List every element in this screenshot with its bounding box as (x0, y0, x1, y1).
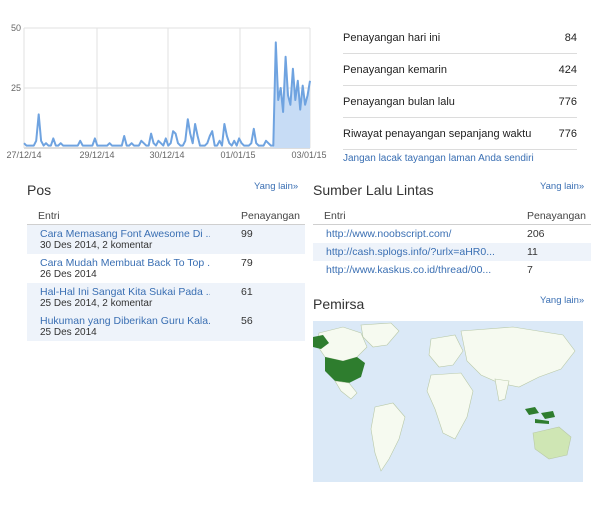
stat-value: 776 (558, 95, 577, 108)
chart-grid (23, 27, 311, 149)
col-views: Penayangan (527, 210, 586, 222)
stat-value: 84 (564, 31, 577, 44)
europe (428, 334, 464, 368)
post-meta: 25 Des 2014, 2 komentar (40, 298, 153, 309)
india (494, 378, 510, 402)
traffic-link[interactable]: http://www.noobscript.com/ (326, 228, 496, 240)
post-link[interactable]: Cara Mudah Membuat Back To Top ... (40, 257, 210, 269)
stat-label: Penayangan bulan lalu (343, 95, 455, 108)
post-row: Hukuman yang Diberikan Guru Kala... 25 D… (27, 312, 305, 341)
post-link[interactable]: Hal-Hal Ini Sangat Kita Sukai Pada ... (40, 286, 210, 298)
traffic-views: 11 (527, 246, 538, 258)
stat-value: 776 (558, 127, 577, 140)
asia (460, 326, 576, 388)
audience-title: Pemirsa (313, 296, 365, 312)
traffic-views: 7 (527, 264, 533, 276)
audience-more-link[interactable]: Yang lain» (540, 295, 584, 306)
post-row: Cara Mudah Membuat Back To Top ... 26 De… (27, 254, 305, 283)
australia (532, 426, 572, 460)
post-row: Cara Memasang Font Awesome Di ... 30 Des… (27, 225, 305, 254)
stats-panel: Penayangan hari ini 84 Penayangan kemari… (343, 22, 577, 150)
south-america (370, 402, 406, 472)
stat-label: Riwayat penayangan sepanjang waktu (343, 127, 532, 140)
usa (325, 357, 365, 383)
africa (426, 372, 474, 440)
traffic-link[interactable]: http://www.kaskus.co.id/thread/00... (326, 264, 496, 276)
indonesia (525, 407, 555, 424)
stat-last-month: Penayangan bulan lalu 776 (343, 86, 577, 118)
posts-table-header: Entri Penayangan (27, 206, 305, 225)
posts-more-link[interactable]: Yang lain» (254, 181, 298, 192)
pageviews-chart: 50 25 27/12/14 29/12/14 30/12/14 01/01/15 03/… (6, 23, 326, 160)
stat-label: Penayangan hari ini (343, 31, 441, 44)
post-link[interactable]: Hukuman yang Diberikan Guru Kala... (40, 315, 210, 327)
chart-x-ticks: 27/12/14 29/12/14 30/12/14 01/01/15 03/01/15 (6, 150, 326, 160)
traffic-title: Sumber Lalu Lintas (313, 182, 434, 198)
traffic-table: Entri Penayangan http://www.noobscript.c… (313, 206, 591, 279)
post-meta: 26 Des 2014 (40, 269, 97, 280)
post-meta: 25 Des 2014 (40, 327, 97, 338)
traffic-row: http://www.kaskus.co.id/thread/00... 7 (313, 261, 591, 279)
x-tick-label: 03/01/15 (291, 150, 326, 160)
dont-track-link[interactable]: Jangan lacak tayangan laman Anda sendiri (343, 153, 534, 164)
traffic-views: 206 (527, 228, 545, 240)
chart-line (23, 41, 311, 147)
y-tick-label: 50 (11, 23, 21, 33)
posts-table: Entri Penayangan Cara Memasang Font Awes… (27, 206, 305, 341)
stat-all-time: Riwayat penayangan sepanjang waktu 776 (343, 118, 577, 150)
posts-title: Pos (27, 182, 52, 198)
col-entry: Entri (324, 210, 346, 222)
traffic-table-header: Entri Penayangan (313, 206, 591, 225)
post-views: 99 (241, 228, 253, 240)
greenland (360, 322, 400, 348)
traffic-row: http://cash.splogs.info/?urlx=aHR0... 11 (313, 243, 591, 261)
mexico (334, 380, 358, 400)
traffic-row: http://www.noobscript.com/ 206 (313, 225, 591, 243)
stat-value: 424 (558, 63, 577, 76)
stat-yesterday: Penayangan kemarin 424 (343, 54, 577, 86)
col-entry: Entri (38, 210, 60, 222)
post-link[interactable]: Cara Memasang Font Awesome Di ... (40, 228, 210, 240)
post-views: 79 (241, 257, 253, 269)
chart-y-ticks: 50 25 (11, 23, 21, 93)
y-tick-label: 25 (11, 83, 21, 93)
traffic-more-link[interactable]: Yang lain» (540, 181, 584, 192)
post-views: 56 (241, 315, 253, 327)
stat-today: Penayangan hari ini 84 (343, 22, 577, 54)
x-tick-label: 29/12/14 (79, 150, 114, 160)
x-tick-label: 27/12/14 (6, 150, 41, 160)
x-tick-label: 30/12/14 (149, 150, 184, 160)
x-tick-label: 01/01/15 (220, 150, 255, 160)
stat-label: Penayangan kemarin (343, 63, 447, 76)
col-views: Penayangan (241, 210, 300, 222)
post-row: Hal-Hal Ini Sangat Kita Sukai Pada ... 2… (27, 283, 305, 312)
traffic-link[interactable]: http://cash.splogs.info/?urlx=aHR0... (326, 246, 496, 258)
post-meta: 30 Des 2014, 2 komentar (40, 240, 153, 251)
world-map[interactable] (313, 321, 583, 482)
post-views: 61 (241, 286, 253, 298)
